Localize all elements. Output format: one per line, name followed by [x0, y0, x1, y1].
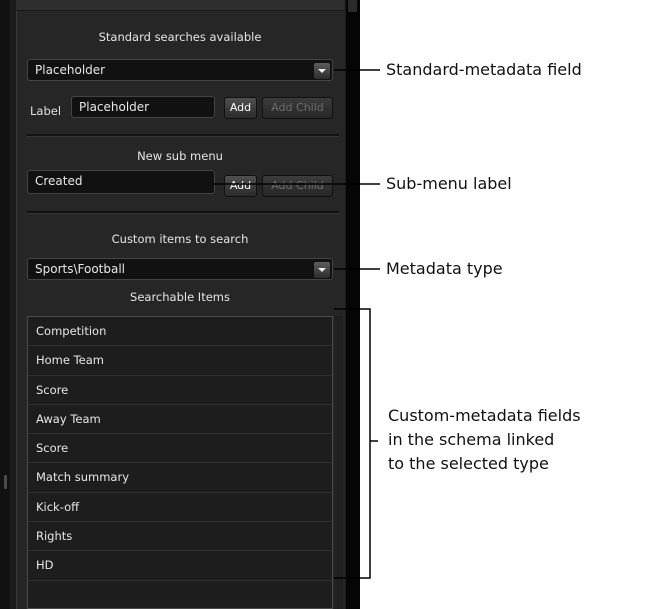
- annotation-custom-fields-line2: in the schema linked: [388, 430, 555, 449]
- callout-lines: [214, 69, 380, 579]
- callout-bracket-custom: [334, 308, 371, 579]
- annotation-submenu-label: Sub-menu label: [386, 174, 512, 193]
- annotation-custom-fields-line1: Custom-metadata fields: [388, 406, 581, 425]
- annotation-custom-fields-line3: to the selected type: [388, 454, 549, 473]
- annotation-standard-field: Standard-metadata field: [386, 60, 582, 79]
- annotation-metadata-type: Metadata type: [386, 259, 503, 278]
